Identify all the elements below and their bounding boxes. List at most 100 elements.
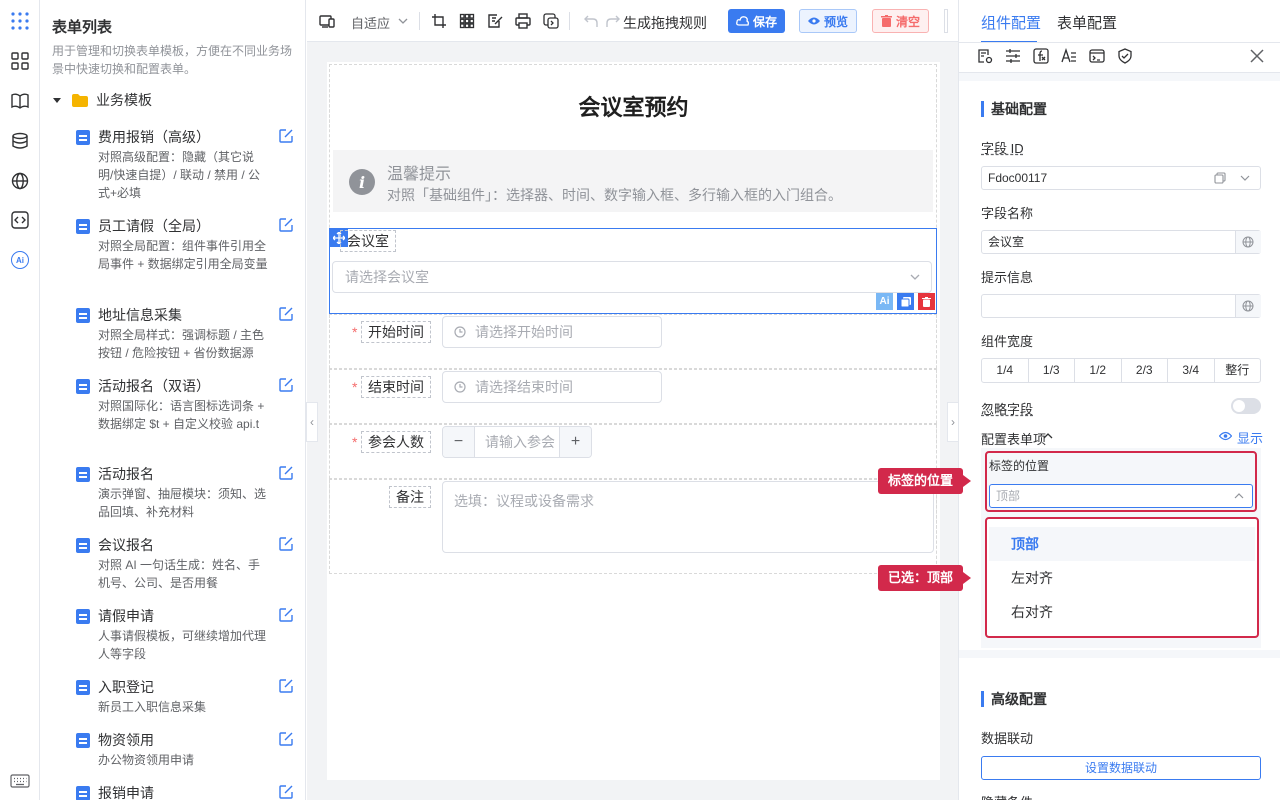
- delete-icon[interactable]: [918, 293, 935, 310]
- ai-generate-button[interactable]: Ai: [876, 293, 893, 310]
- decrease-button[interactable]: −: [443, 427, 475, 457]
- tip-title: 温馨提示: [387, 166, 452, 183]
- edit-icon[interactable]: [278, 465, 294, 481]
- width-option[interactable]: 1/4: [982, 359, 1029, 382]
- form-list-panel: 表单列表 用于管理和切换表单模板，方便在不同业务场景中快速切换和配置表单。 业务…: [40, 0, 306, 800]
- designer-area: 自适应 生成拖拽规则 保存 预览 清空 会议室预约 i 温馨提示 对照「基础组件…: [307, 0, 958, 800]
- redo-icon[interactable]: [605, 13, 621, 29]
- chevron-down-icon[interactable]: [1239, 172, 1251, 184]
- width-option[interactable]: 1/2: [1075, 359, 1122, 382]
- generate-rules-button[interactable]: 生成拖拽规则: [623, 13, 707, 33]
- edit-icon[interactable]: [278, 607, 294, 623]
- ignore-field-toggle[interactable]: [1231, 398, 1261, 414]
- chevron-up-icon[interactable]: [1233, 490, 1245, 502]
- set-data-linkage-button[interactable]: 设置数据联动: [981, 756, 1261, 780]
- close-icon[interactable]: [1249, 48, 1265, 64]
- increase-button[interactable]: +: [559, 427, 591, 457]
- attendee-count-label: 参会人数: [361, 431, 431, 453]
- ai-icon[interactable]: Ai: [9, 249, 31, 271]
- folder-business-templates[interactable]: 业务模板: [52, 90, 152, 110]
- template-desc: 演示弹窗、抽屉模块：须知、选品回填、补充材料: [98, 487, 267, 519]
- cloud-icon: [736, 16, 749, 26]
- template-desc: 对照国际化：语言图标选词条 + 数据绑定 $t + 自定义校验 api.t: [98, 399, 265, 431]
- book-icon[interactable]: [9, 90, 31, 112]
- dropdown-option-left[interactable]: 左对齐: [989, 561, 1255, 595]
- layout-mode-select[interactable]: 自适应: [351, 13, 390, 32]
- width-option[interactable]: 2/3: [1122, 359, 1168, 382]
- start-time-picker[interactable]: 请选择开始时间: [442, 316, 662, 348]
- document-icon: [76, 219, 90, 234]
- edit-icon[interactable]: [278, 217, 294, 233]
- chevron-down-icon[interactable]: [908, 270, 922, 284]
- tab-component-config[interactable]: 组件配置: [981, 12, 1041, 33]
- template-name: 地址信息采集: [98, 307, 182, 323]
- edit-icon[interactable]: [278, 678, 294, 694]
- edit-icon[interactable]: [278, 784, 294, 800]
- data-linkage-label: 数据联动: [981, 731, 1034, 746]
- advanced-config-title: 高级配置: [981, 691, 1047, 707]
- code-icon[interactable]: [9, 209, 31, 231]
- info-icon: i: [349, 169, 375, 195]
- keyboard-icon[interactable]: [9, 770, 31, 792]
- tab-form-config[interactable]: 表单配置: [1057, 12, 1117, 33]
- crop-icon[interactable]: [431, 13, 447, 29]
- text-style-icon[interactable]: [1061, 48, 1077, 64]
- template-desc: 新员工入职信息采集: [98, 700, 207, 714]
- show-toggle-button[interactable]: 显示: [1237, 428, 1263, 447]
- template-desc: 人事请假模板，可继续增加代理人等字段: [98, 629, 267, 661]
- width-option[interactable]: 3/4: [1168, 359, 1215, 382]
- basic-config-title: 基础配置: [981, 101, 1047, 117]
- settings-doc-icon[interactable]: [977, 48, 993, 64]
- width-option[interactable]: 1/3: [1029, 359, 1075, 382]
- device-icon[interactable]: [319, 13, 335, 29]
- database-icon[interactable]: [9, 130, 31, 152]
- clear-button[interactable]: 清空: [872, 9, 930, 33]
- preview-button[interactable]: 预览: [799, 9, 858, 33]
- translate-button[interactable]: [1235, 295, 1261, 317]
- copy-icon[interactable]: [897, 293, 914, 310]
- meeting-room-field[interactable]: 会议室 请选择会议室 Ai: [329, 228, 937, 314]
- eye-icon[interactable]: [1219, 431, 1232, 441]
- attendee-count-input[interactable]: 请输入参会: [485, 427, 555, 457]
- remark-textarea[interactable]: 选填：议程或设备需求: [442, 481, 934, 553]
- width-label: 组件宽度: [981, 334, 1034, 349]
- template-desc: 对照高级配置：隐藏（其它说明/快速自提）/ 联动 / 禁用 / 公式+必填: [98, 150, 261, 200]
- edit-icon[interactable]: [278, 306, 294, 322]
- grid-view-icon[interactable]: [459, 13, 475, 29]
- save-button[interactable]: 保存: [728, 9, 786, 33]
- json-icon[interactable]: [543, 13, 559, 29]
- translate-button[interactable]: [1235, 231, 1261, 253]
- print-icon[interactable]: [515, 13, 531, 29]
- edit-icon[interactable]: [278, 377, 294, 393]
- copy-icon[interactable]: [1214, 172, 1226, 184]
- icon-rail: Ai: [0, 0, 40, 800]
- tip-alert[interactable]: i 温馨提示 对照「基础组件」：选择器、时间、数字输入框、多行输入框的入门组合。: [333, 150, 933, 212]
- end-time-picker[interactable]: 请选择结束时间: [442, 371, 662, 403]
- grid-icon[interactable]: [9, 50, 31, 72]
- chevron-down-icon[interactable]: [395, 13, 411, 29]
- dropdown-option-top[interactable]: 顶部: [989, 527, 1255, 561]
- undo-icon[interactable]: [583, 13, 599, 29]
- edit-icon[interactable]: [278, 536, 294, 552]
- globe-icon[interactable]: [9, 170, 31, 192]
- template-name: 会议报名: [98, 537, 154, 553]
- document-icon: [76, 538, 90, 553]
- function-icon[interactable]: [1033, 48, 1049, 64]
- edit-icon[interactable]: [278, 731, 294, 747]
- template-desc: 对照全局样式：强调标题 / 主色按钮 / 危险按钮 + 省份数据源: [98, 328, 265, 360]
- collapse-left-button[interactable]: ‹: [306, 402, 318, 442]
- width-option[interactable]: 整行: [1215, 359, 1261, 382]
- label-position-select[interactable]: 顶部: [989, 484, 1253, 508]
- edit-icon[interactable]: [278, 128, 294, 144]
- field-name-label: 字段名称: [981, 206, 1034, 221]
- hint-input[interactable]: [981, 294, 1261, 318]
- meeting-room-select[interactable]: 请选择会议室: [332, 261, 932, 293]
- apps-icon[interactable]: [9, 10, 31, 32]
- edit-doc-icon[interactable]: [487, 13, 503, 29]
- dropdown-option-right[interactable]: 右对齐: [989, 595, 1255, 629]
- field-name-input[interactable]: 会议室: [981, 230, 1261, 254]
- shield-icon[interactable]: [1117, 48, 1133, 64]
- code-window-icon[interactable]: [1089, 48, 1105, 64]
- chevron-up-icon[interactable]: [1043, 431, 1053, 441]
- sliders-icon[interactable]: [1005, 48, 1021, 64]
